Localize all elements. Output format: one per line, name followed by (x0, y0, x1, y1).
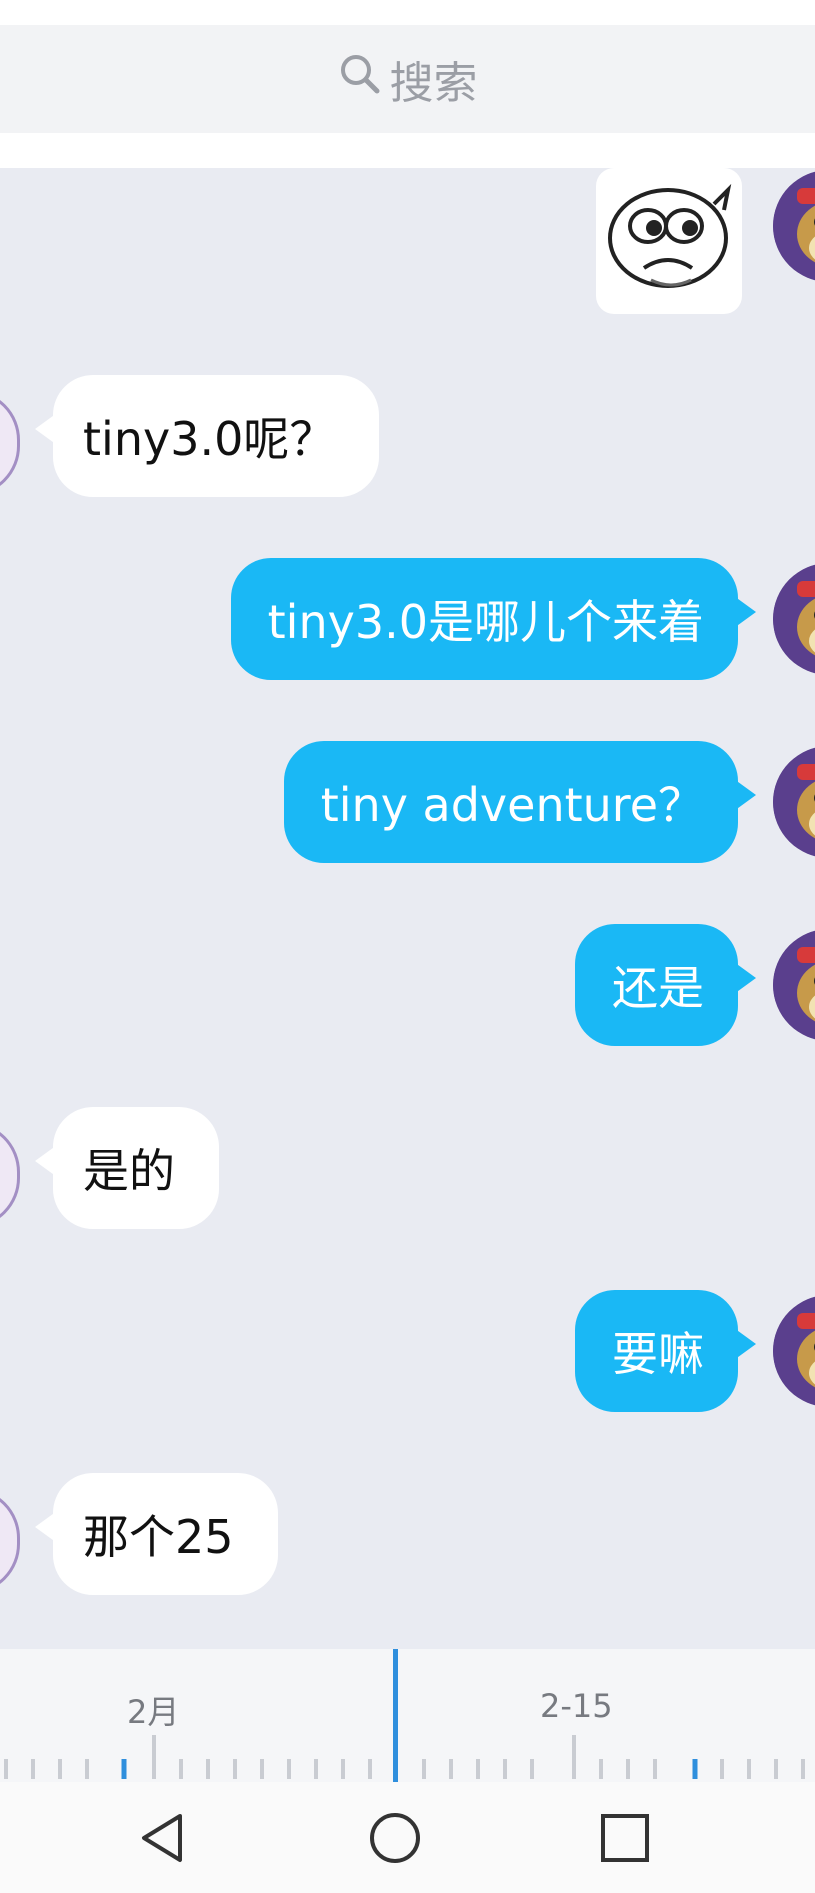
status-strip (0, 0, 815, 25)
recents-square-icon[interactable] (597, 1810, 653, 1866)
search-icon (338, 52, 382, 107)
chat-area[interactable]: tiny3.0呢？ tiny3.0是哪儿个来着 tiny adventure？ … (0, 168, 815, 1649)
timeline-ticks (4, 1735, 805, 1779)
system-nav-bar (0, 1782, 815, 1893)
avatar[interactable] (773, 929, 815, 1041)
avatar[interactable] (0, 390, 20, 496)
message-bubble[interactable]: 是的 (35, 1107, 219, 1229)
avatar[interactable] (773, 170, 815, 282)
message-incoming[interactable]: 那个25 (35, 1473, 278, 1595)
message-incoming[interactable]: tiny3.0呢？ (34, 375, 380, 497)
message-incoming[interactable]: 是的 (35, 1107, 219, 1229)
home-circle-icon[interactable] (367, 1810, 423, 1866)
message-bubble[interactable]: tiny3.0是哪儿个来着 (230, 558, 757, 680)
avatar[interactable] (773, 563, 815, 675)
message-bubble[interactable]: tiny3.0呢？ (34, 375, 380, 497)
message-outgoing[interactable]: tiny3.0是哪儿个来着 (230, 558, 757, 680)
sticker-image[interactable] (596, 168, 742, 314)
message-bubble[interactable]: 要嘛 (575, 1290, 756, 1412)
search-inner[interactable]: 搜索 (338, 47, 478, 111)
date-timeline[interactable]: 2月 2-15 (0, 1649, 815, 1782)
message-bubble[interactable]: 那个25 (35, 1473, 278, 1595)
search-placeholder: 搜索 (389, 58, 478, 109)
search-bar[interactable]: 搜索 (0, 25, 815, 133)
avatar[interactable] (773, 746, 815, 858)
back-triangle-icon[interactable] (136, 1810, 192, 1866)
message-outgoing[interactable]: 还是 (575, 924, 756, 1046)
timeline-cursor[interactable] (393, 1649, 398, 1782)
message-bubble[interactable]: 还是 (575, 924, 756, 1046)
avatar[interactable] (0, 1488, 20, 1594)
message-outgoing[interactable]: 要嘛 (575, 1290, 756, 1412)
avatar[interactable] (773, 1295, 815, 1407)
avatar[interactable] (0, 1122, 20, 1228)
message-outgoing[interactable]: tiny adventure？ (283, 741, 757, 863)
message-bubble[interactable]: tiny adventure？ (283, 741, 757, 863)
